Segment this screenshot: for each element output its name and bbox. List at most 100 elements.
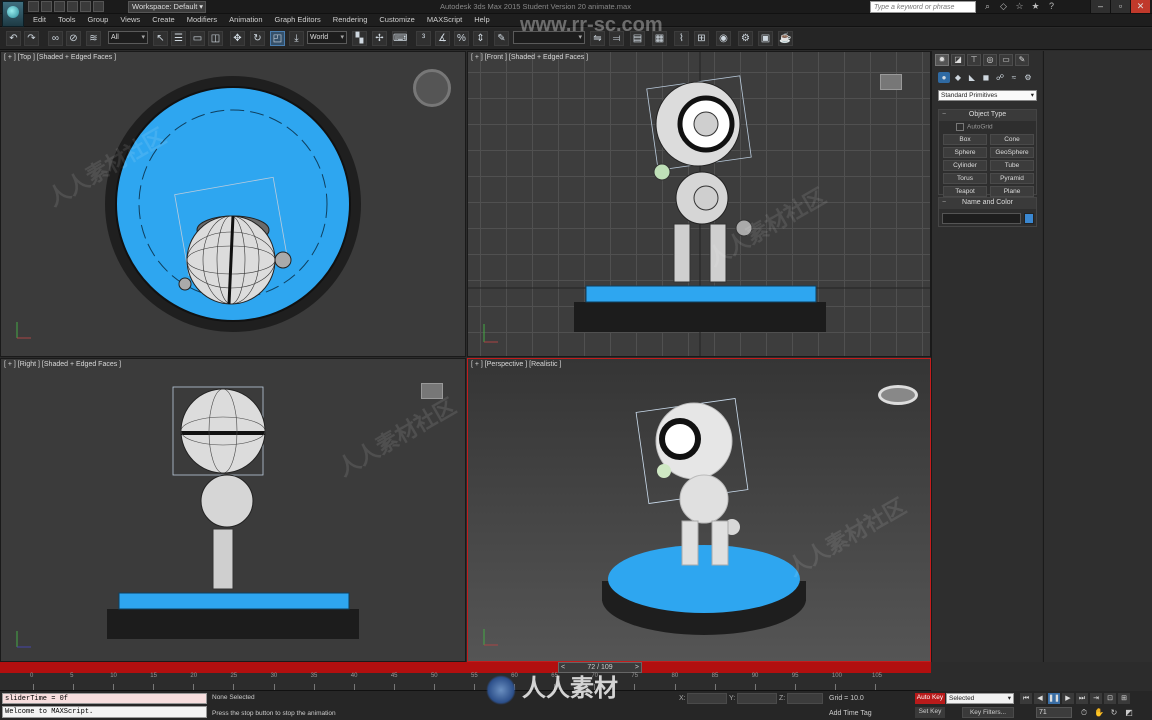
menu-help[interactable]: Help	[474, 15, 489, 24]
go-to-start-icon[interactable]: ⏮	[1020, 693, 1032, 704]
percent-snap-icon[interactable]: %	[454, 31, 469, 46]
new-file-icon[interactable]	[28, 1, 39, 12]
align-icon[interactable]: ⫤	[609, 31, 624, 46]
sphere-button[interactable]: Sphere	[943, 147, 987, 158]
autogrid-checkbox[interactable]: AutoGrid	[956, 123, 993, 131]
geometry-icon[interactable]: ●	[938, 72, 950, 83]
utilities-tab-icon[interactable]: ✎	[1015, 54, 1029, 66]
maxscript-listener-output[interactable]: Welcome to MAXScript.	[2, 706, 207, 718]
cameras-icon[interactable]: ◼	[980, 72, 992, 83]
select-move-icon[interactable]: ✥	[230, 31, 245, 46]
keyboard-shortcut-override-icon[interactable]: ⌨	[392, 31, 407, 46]
cylinder-button[interactable]: Cylinder	[943, 160, 987, 171]
time-config-icon[interactable]: ⏱	[1078, 707, 1090, 718]
render-setup-icon[interactable]: ⚙	[738, 31, 753, 46]
select-place-icon[interactable]: ⤓	[289, 31, 304, 46]
material-editor-icon[interactable]: ◉	[716, 31, 731, 46]
close-button[interactable]: ✕	[1130, 0, 1150, 13]
viewport-label-right[interactable]: [ + ] [Right ] [Shaded + Edged Faces ]	[4, 361, 121, 368]
motion-tab-icon[interactable]: ◎	[983, 54, 997, 66]
menu-rendering[interactable]: Rendering	[333, 15, 368, 24]
geosphere-button[interactable]: GeoSphere	[990, 147, 1034, 158]
bind-space-warp-icon[interactable]: ≋	[86, 31, 101, 46]
cone-button[interactable]: Cone	[990, 134, 1034, 145]
menu-maxscript[interactable]: MAXScript	[427, 15, 462, 24]
undo-icon[interactable]	[67, 1, 78, 12]
viewport-front[interactable]: [ + ] [Front ] [Shaded + Edged Faces ]	[467, 51, 931, 357]
search-icon[interactable]: ⌕	[982, 1, 993, 12]
current-frame-field[interactable]: 71	[1036, 707, 1072, 718]
key-filters-button[interactable]: Key Filters...	[962, 707, 1014, 718]
help-icon[interactable]: ?	[1046, 1, 1057, 12]
viewport-perspective[interactable]: [ + ] [Perspective ] [Realistic ]	[467, 358, 931, 662]
add-time-tag-button[interactable]: Add Time Tag	[829, 710, 872, 717]
save-file-icon[interactable]	[54, 1, 65, 12]
menu-animation[interactable]: Animation	[229, 15, 262, 24]
snap-toggle-icon[interactable]: ³	[416, 31, 431, 46]
restore-button[interactable]: ▫	[1110, 0, 1130, 13]
helpers-icon[interactable]: ☍	[994, 72, 1006, 83]
lights-icon[interactable]: ◣	[966, 72, 978, 83]
edit-named-selection-icon[interactable]: ✎	[494, 31, 509, 46]
pyramid-button[interactable]: Pyramid	[990, 173, 1034, 184]
app-logo-icon[interactable]	[2, 1, 24, 27]
viewport-top[interactable]: [ + ] [Top ] [Shaded + Edged Faces ]	[0, 51, 466, 357]
rectangular-selection-icon[interactable]: ▭	[190, 31, 205, 46]
viewport-label-perspective[interactable]: [ + ] [Perspective ] [Realistic ]	[471, 361, 561, 368]
schematic-view-icon[interactable]: ⊞	[694, 31, 709, 46]
field-of-view-icon[interactable]: ◩	[1123, 707, 1135, 718]
menu-modifiers[interactable]: Modifiers	[187, 15, 217, 24]
select-object-icon[interactable]: ↖	[153, 31, 168, 46]
selection-filter-dropdown[interactable]: All	[108, 31, 148, 44]
select-by-name-icon[interactable]: ☰	[171, 31, 186, 46]
communication-icon[interactable]: ☆	[1014, 1, 1025, 12]
category-dropdown[interactable]: Standard Primitives	[938, 90, 1037, 101]
time-slider[interactable]: <72 / 109 >	[0, 662, 931, 673]
select-scale-icon[interactable]: ◰	[270, 31, 285, 46]
curve-editor-icon[interactable]: ⌇	[674, 31, 689, 46]
x-coord-field[interactable]	[687, 693, 727, 704]
track-bar[interactable]: 0 5 10 15 20 25 30 35 40 45 50 55 60 65 70 75 80 85 90 95 10…	[0, 673, 931, 691]
select-rotate-icon[interactable]: ↻	[250, 31, 265, 46]
graphite-toolbar-icon[interactable]: ▦	[652, 31, 667, 46]
name-and-color-header[interactable]: Name and Color	[939, 198, 1036, 209]
torus-button[interactable]: Torus	[943, 173, 987, 184]
menu-views[interactable]: Views	[120, 15, 140, 24]
viewcube-icon[interactable]	[878, 385, 918, 405]
rendered-frame-window-icon[interactable]: ▣	[758, 31, 773, 46]
go-to-end-icon[interactable]: ⏭	[1076, 693, 1088, 704]
subscription-icon[interactable]: ◇	[998, 1, 1009, 12]
layer-explorer-icon[interactable]: ▤	[630, 31, 645, 46]
space-warps-icon[interactable]: ≈	[1008, 72, 1020, 83]
next-frame-icon[interactable]: ▶	[1062, 693, 1074, 704]
zoom-extents-icon[interactable]: ⊡	[1104, 693, 1116, 704]
open-file-icon[interactable]	[41, 1, 52, 12]
angle-snap-icon[interactable]: ∡	[435, 31, 450, 46]
workspace-dropdown[interactable]: Workspace: Default	[128, 1, 206, 13]
set-key-button[interactable]: Set Key	[915, 707, 945, 718]
redo-icon[interactable]	[80, 1, 91, 12]
key-set-dropdown[interactable]: Selected	[946, 693, 1014, 704]
reference-coordinate-dropdown[interactable]: World	[307, 31, 347, 44]
menu-graph-editors[interactable]: Graph Editors	[275, 15, 321, 24]
menu-tools[interactable]: Tools	[58, 15, 76, 24]
menu-group[interactable]: Group	[87, 15, 108, 24]
auto-key-button[interactable]: Auto Key	[915, 693, 945, 704]
undo-icon[interactable]: ↶	[6, 31, 21, 46]
key-mode-icon[interactable]: ⇥	[1090, 693, 1102, 704]
menu-edit[interactable]: Edit	[33, 15, 46, 24]
menu-create[interactable]: Create	[152, 15, 175, 24]
viewport-label-front[interactable]: [ + ] [Front ] [Shaded + Edged Faces ]	[471, 54, 588, 61]
plane-button[interactable]: Plane	[990, 186, 1034, 197]
stop-icon[interactable]: ❚❚	[1048, 693, 1060, 704]
render-production-icon[interactable]: ☕	[778, 31, 793, 46]
mirror-icon[interactable]: ⇋	[590, 31, 605, 46]
viewport-right[interactable]: [ + ] [Right ] [Shaded + Edged Faces ]	[0, 358, 466, 662]
display-tab-icon[interactable]: ▭	[999, 54, 1013, 66]
hierarchy-tab-icon[interactable]: ⊤	[967, 54, 981, 66]
systems-icon[interactable]: ⚙	[1022, 72, 1034, 83]
favorites-icon[interactable]: ★	[1030, 1, 1041, 12]
minimize-button[interactable]: –	[1090, 0, 1110, 13]
viewport-label-top[interactable]: [ + ] [Top ] [Shaded + Edged Faces ]	[4, 54, 116, 61]
z-coord-field[interactable]	[787, 693, 823, 704]
